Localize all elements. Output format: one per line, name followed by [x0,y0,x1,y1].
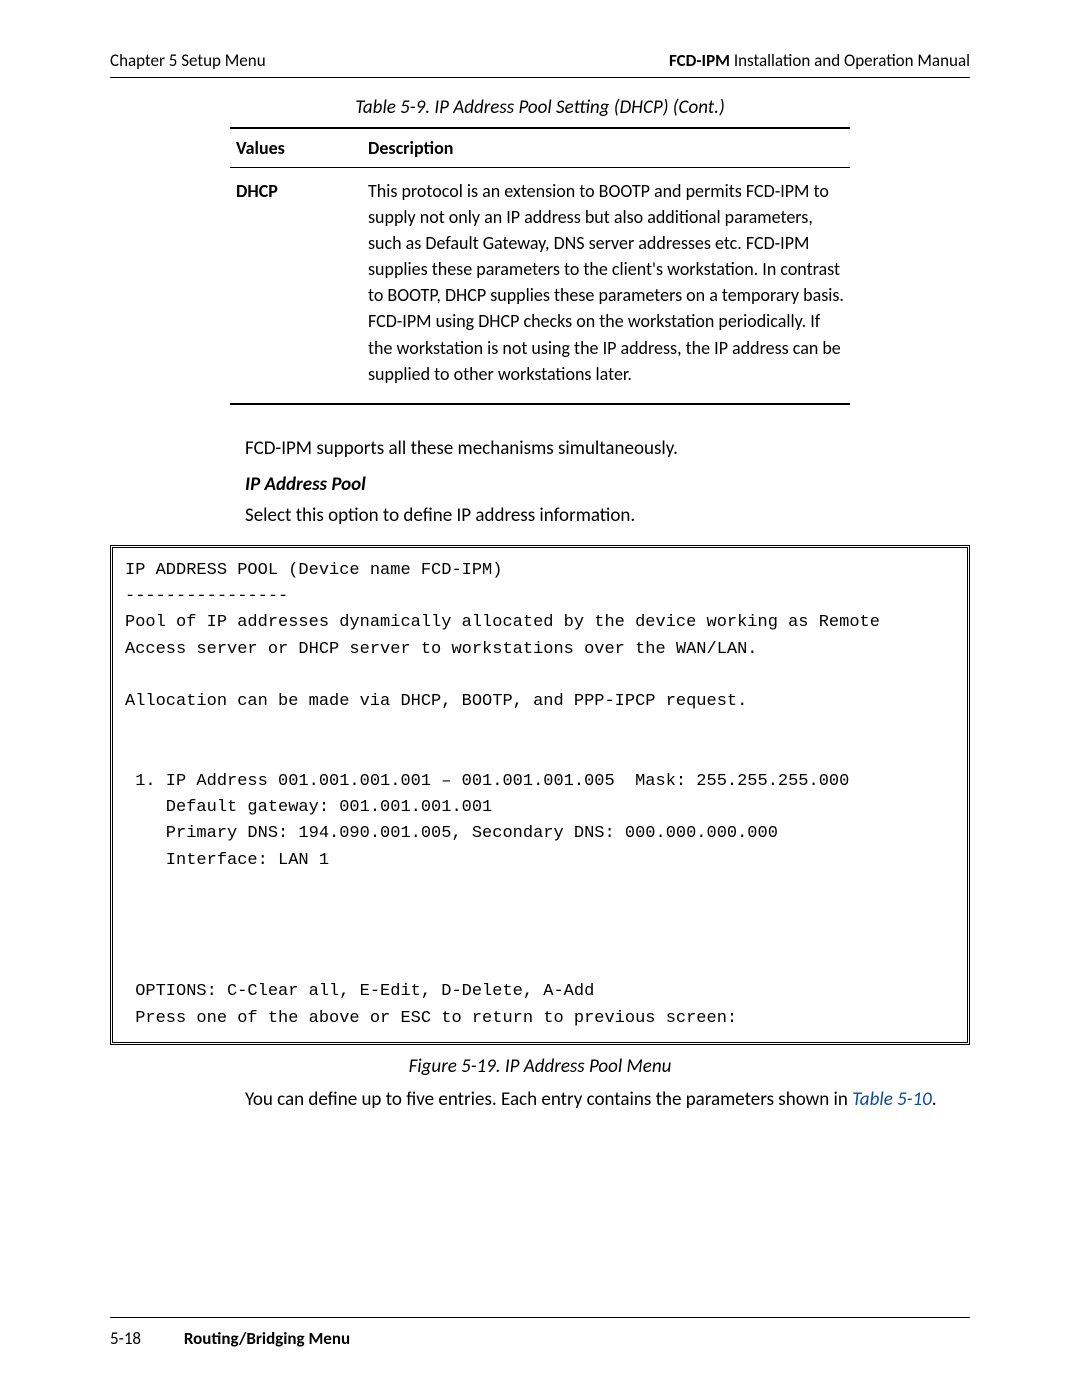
page-footer: 5-18 Routing/Bridging Menu [110,1317,970,1349]
cell-value: DHCP [230,168,362,404]
figure-caption: Figure 5-19. IP Address Pool Menu [110,1055,970,1078]
header-right: FCD-IPM Installation and Operation Manua… [669,50,970,71]
cell-description: This protocol is an extension to BOOTP a… [362,168,850,404]
table-caption: Table 5-9. IP Address Pool Setting (DHCP… [110,96,970,119]
cross-reference-link[interactable]: Table 5-10 [852,1088,932,1111]
col-header-values: Values [230,128,362,168]
para-text: . [932,1088,937,1111]
header-right-bold: FCD-IPM [669,50,730,71]
paragraph: You can define up to five entries. Each … [245,1086,970,1115]
paragraph: Select this option to define IP address … [245,502,970,531]
header-right-rest: Installation and Operation Manual [730,50,970,71]
col-header-description: Description [362,128,850,168]
terminal-screen: IP ADDRESS POOL (Device name FCD-IPM) --… [110,545,970,1045]
page: Chapter 5 Setup Menu FCD-IPM Installatio… [0,0,1080,1397]
header-left: Chapter 5 Setup Menu [110,50,266,71]
paragraph: FCD-IPM supports all these mechanisms si… [245,435,970,464]
para-text: You can define up to five entries. Each … [245,1088,852,1111]
table-row: DHCP This protocol is an extension to BO… [230,168,850,404]
dhcp-table: Values Description DHCP This protocol is… [230,127,850,405]
subheading-ip-address-pool: IP Address Pool [245,473,970,496]
footer-section-title: Routing/Bridging Menu [184,1328,350,1349]
page-number: 5-18 [110,1328,180,1349]
running-header: Chapter 5 Setup Menu FCD-IPM Installatio… [110,50,970,78]
